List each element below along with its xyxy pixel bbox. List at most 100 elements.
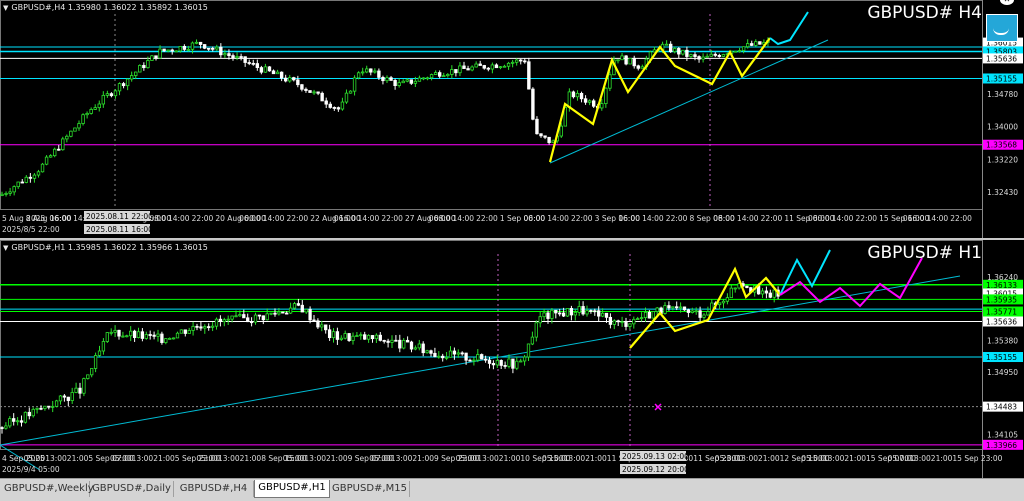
candle-body [101, 94, 106, 105]
candle-body [296, 79, 300, 86]
candle-body [409, 79, 414, 84]
candle-body [604, 87, 608, 104]
candle-body [57, 148, 61, 151]
x-tick-label: 22:00 [761, 214, 783, 223]
candle-body [327, 329, 332, 339]
x-tick-label: 15 Sep 23:00 [952, 454, 1002, 463]
x-tick-label: 05:00 [196, 454, 218, 463]
x-tick-label: 06:00 [618, 214, 640, 223]
candle-body [608, 316, 613, 325]
candle-body [222, 319, 226, 322]
x-tick-label: 13:00 [736, 454, 758, 463]
candle-body [234, 315, 238, 318]
triangle-down-icon[interactable]: ▼ [3, 4, 8, 12]
symbol-name: GBPUSD# [867, 243, 953, 263]
candle-body [754, 41, 758, 46]
candle-body [4, 425, 8, 429]
candle-body [495, 360, 499, 366]
y-tick-label: 1.34950 [987, 368, 1018, 377]
candle-body [359, 334, 363, 337]
candle-body [514, 59, 519, 63]
candle-body [69, 130, 73, 137]
tab-m15[interactable]: GBPUSD#,M15 [330, 481, 410, 497]
candle-body [733, 287, 737, 290]
candle-body [466, 68, 470, 71]
candle-body [690, 310, 694, 313]
candle-body [0, 193, 4, 196]
candle-body [721, 300, 726, 304]
candle-body [462, 65, 466, 69]
x-tick-label: 13:00 [823, 454, 845, 463]
price-label: 1.35155 [986, 353, 1017, 362]
x-tick-label: 14:00 [358, 214, 380, 223]
candle-body [97, 350, 102, 356]
candle-body [355, 335, 359, 337]
chart-h4[interactable]: 1.36015 1.35803 1.35636 1.35155 1.33568 1.347… [0, 0, 1024, 238]
candle-body [175, 332, 180, 339]
tab-h4[interactable]: GBPUSD#,H4 [174, 481, 254, 497]
candle-body [255, 63, 260, 68]
candle-body [398, 339, 402, 349]
tab-daily[interactable]: GBPUSD#,Daily [90, 481, 174, 497]
candle-body [547, 136, 551, 143]
candle-body [168, 337, 172, 340]
candle-body [745, 43, 750, 48]
candle-body [269, 312, 273, 315]
tab-h1[interactable]: GBPUSD#,H1 [254, 480, 330, 498]
price-label: 1.35155 [986, 74, 1017, 83]
candle-body [35, 407, 39, 410]
chart-h4-canvas[interactable]: 1.360151.358031.356361.351551.335681.347… [0, 0, 1024, 238]
x-tick-label: 14:00 [927, 214, 949, 223]
candle-body [93, 355, 98, 369]
candle-body [697, 56, 701, 60]
candle-body [320, 92, 324, 102]
candle-body [81, 114, 85, 124]
tab-weekly[interactable]: GBPUSD#,Weekly [4, 481, 94, 497]
candle-body [129, 75, 134, 80]
candle-body [158, 48, 162, 59]
candle-body [624, 321, 628, 327]
candle-body [39, 407, 43, 410]
y-tick-label: 1.34000 [987, 123, 1018, 132]
candle-body [737, 50, 742, 52]
candle-body [689, 54, 693, 57]
chart-h1-canvas[interactable]: 1.361331.360151.359351.357711.356361.351… [0, 240, 1024, 478]
candle-body [24, 176, 29, 183]
candle-body [279, 71, 284, 79]
candle-body [348, 90, 353, 94]
candle-body [186, 48, 191, 51]
candle-body [61, 138, 65, 151]
candle-body [40, 163, 45, 173]
candle-body [235, 56, 239, 59]
chart-h1[interactable]: 1.36133 1.36015 1.35935 1.35771 1.35636 1.351… [0, 240, 1024, 478]
candle-body [577, 306, 581, 313]
candle-body [616, 320, 620, 323]
candle-body [304, 88, 308, 91]
plot-frame [0, 0, 983, 210]
candle-body [482, 65, 486, 69]
candle-body [312, 91, 316, 94]
x-tick-label: 14:00 [547, 214, 569, 223]
candle-body [4, 192, 8, 195]
candle-body [288, 307, 293, 314]
candle-body [721, 54, 726, 57]
candle-body [554, 309, 558, 314]
candle-body [772, 289, 776, 298]
smile-widget-icon[interactable] [986, 14, 1018, 42]
price-label: 1.33568 [986, 141, 1017, 150]
candle-body [117, 329, 121, 337]
candle-body [215, 46, 219, 50]
candle-body [673, 48, 677, 53]
candle-body [543, 135, 547, 138]
crosshair-time-label: 2025.08.11 22:00 [86, 212, 153, 221]
candle-body [507, 358, 511, 367]
candle-body [678, 306, 683, 309]
candle-body [593, 310, 597, 313]
candle-body [316, 91, 320, 94]
candle-body [273, 312, 277, 315]
candle-body [335, 331, 340, 340]
candle-body [134, 71, 138, 76]
candle-body [546, 312, 550, 319]
triangle-down-icon[interactable]: ▼ [3, 244, 8, 252]
candle-body [702, 314, 706, 318]
